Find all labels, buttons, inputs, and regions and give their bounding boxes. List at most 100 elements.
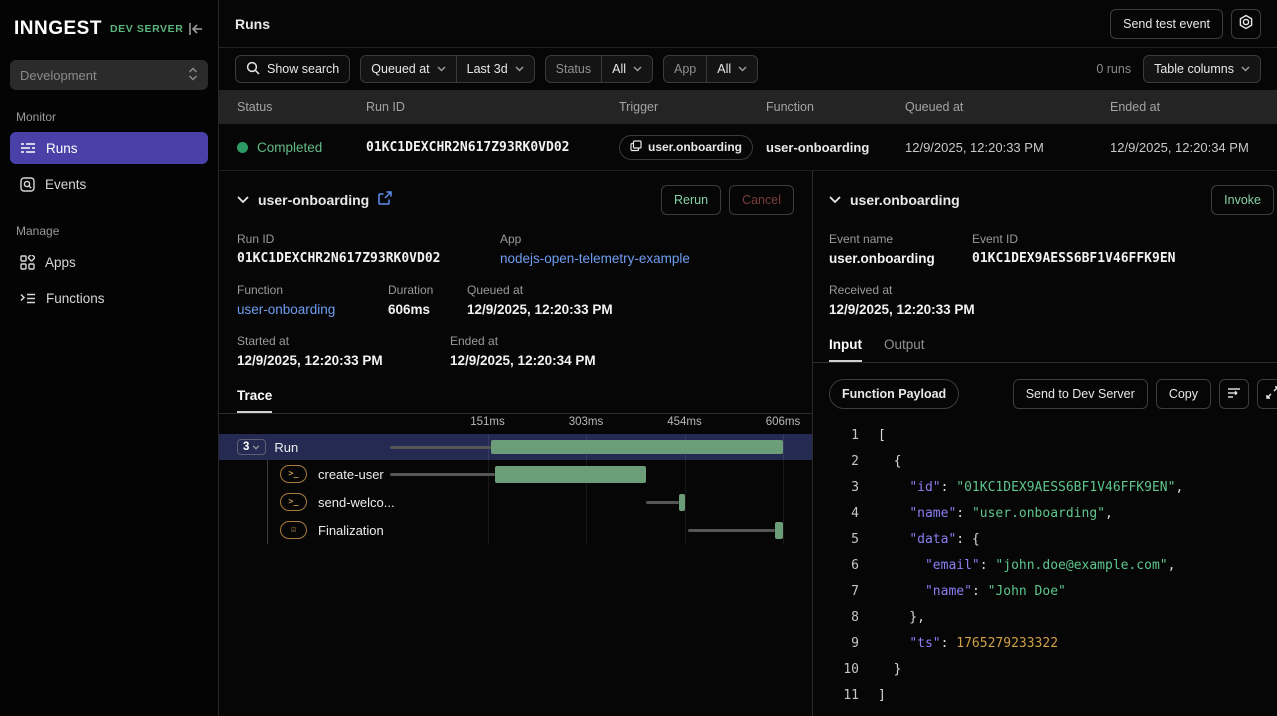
trace-span-name: create-user [318,467,384,482]
invoke-button[interactable]: Invoke [1211,185,1274,215]
word-wrap-button[interactable] [1219,379,1249,409]
queued-at-label: Queued at [371,62,429,76]
run-panel-title: user-onboarding [258,192,369,208]
line-number: 2 [829,449,859,475]
field-event-name: Event name user.onboarding [829,232,972,266]
axis-tick-label: 606ms [766,416,801,428]
expand-icon [1266,386,1277,402]
trace-row-finalization[interactable]: ☑Finalization [219,516,812,544]
status-filter-label: Status [546,56,601,82]
cancel-button[interactable]: Cancel [729,185,794,215]
run-id-value: 01KC1DEXCHR2N617Z93RK0VD02 [237,251,500,266]
environment-select[interactable]: Development [10,60,208,90]
status-filter-dropdown[interactable]: All [602,56,652,82]
code-line: 7 "name": "John Doe" [829,579,1261,605]
run-queued-cell: 12/9/2025, 12:20:33 PM [905,140,1110,155]
code-line: 11] [829,683,1261,709]
nav-section-manage: Manage [16,224,202,238]
runs-icon [20,142,36,154]
event-id-label: Event ID [972,232,1176,246]
app-filter-group: App All [663,55,758,83]
run-status: Completed [257,140,322,155]
time-range-dropdown[interactable]: Last 3d [457,56,534,82]
collapse-sidebar-icon[interactable] [188,22,204,36]
payload-code-editor: 1[2 {3 "id": "01KC1DEX9AESS6BF1V46FFK9EN… [829,423,1261,709]
field-queued-at: Queued at 12/9/2025, 12:20:33 PM [467,283,613,317]
trace-span-name: Run [274,440,298,455]
queued-at-dropdown[interactable]: Queued at [361,56,455,82]
sidebar-item-label: Functions [46,291,105,306]
trace-time-axis: 151ms303ms454ms606ms [219,414,812,434]
app-filter-label: App [664,56,706,82]
column-header-trigger: Trigger [619,100,766,114]
table-columns-label: Table columns [1154,62,1234,76]
trace-waterfall: 151ms303ms454ms606ms 3 Run >_create-user>_s… [219,414,812,544]
expand-button[interactable] [1257,379,1277,409]
span-execution-bar [775,522,783,539]
chevron-down-icon [252,445,260,450]
column-header-function: Function [766,100,905,114]
function-payload-pill[interactable]: Function Payload [829,379,959,409]
external-link-icon[interactable] [378,191,392,210]
field-started-at: Started at 12/9/2025, 12:20:33 PM [237,334,450,368]
show-search-label: Show search [267,62,339,76]
code-line: 9 "ts": 1765279233322 [829,631,1261,657]
span-waiting-bar [390,446,491,449]
event-id-value: 01KC1DEX9AESS6BF1V46FFK9EN [972,251,1176,266]
tab-input[interactable]: Input [829,337,862,362]
copy-button[interactable]: Copy [1156,379,1211,409]
collapse-event-chevron-icon[interactable] [829,196,841,204]
line-number: 3 [829,475,859,501]
settings-button[interactable] [1231,9,1261,39]
app-label: App [500,232,690,246]
tab-output[interactable]: Output [884,337,925,362]
status-dot-completed [237,142,248,153]
span-execution-bar [491,440,783,454]
top-bar: Runs Send test event [219,0,1277,48]
trace-span-name: send-welco... [318,495,395,510]
sidebar-item-events[interactable]: Events [10,168,208,200]
sidebar-item-functions[interactable]: Functions [10,282,208,314]
column-header-run-id: Run ID [366,100,619,114]
event-panel-title: user.onboarding [850,192,960,208]
span-count-badge[interactable]: 3 [237,439,266,455]
gear-icon [1238,14,1254,33]
field-event-id: Event ID 01KC1DEX9AESS6BF1V46FFK9EN [972,232,1176,266]
table-columns-dropdown[interactable]: Table columns [1143,55,1261,83]
trace-row-run[interactable]: 3 Run [219,434,812,460]
apps-icon [20,255,35,270]
trace-row-create-user[interactable]: >_create-user [219,460,812,488]
tab-trace[interactable]: Trace [237,388,272,413]
trace-rows: 3 Run >_create-user>_send-welco...☑Finaliz… [219,434,812,544]
inngest-logo: INNGEST [14,18,102,40]
code-line: 10 } [829,657,1261,683]
nav-monitor: Runs Events [10,132,208,204]
app-window: INNGEST DEV SERVER Development Monitor R… [0,0,1277,716]
dev-server-badge: DEV SERVER [110,23,184,35]
function-label: Function [237,283,388,297]
show-search-button[interactable]: Show search [235,55,350,83]
app-link[interactable]: nodejs-open-telemetry-example [500,251,690,266]
field-run-id: Run ID 01KC1DEXCHR2N617Z93RK0VD02 [237,232,500,266]
function-link[interactable]: user-onboarding [237,302,388,317]
runs-count: 0 runs [1096,62,1131,76]
sidebar-item-runs[interactable]: Runs [10,132,208,164]
send-to-dev-server-button[interactable]: Send to Dev Server [1013,379,1148,409]
collapse-run-chevron-icon[interactable] [237,196,249,204]
ended-at-value: 12/9/2025, 12:20:34 PM [450,353,596,368]
trigger-badge[interactable]: user.onboarding [619,135,753,160]
rerun-button[interactable]: Rerun [661,185,721,215]
run-table-row[interactable]: Completed 01KC1DEXCHR2N617Z93RK0VD02 use… [219,124,1277,170]
field-app: App nodejs-open-telemetry-example [500,232,690,266]
line-number: 6 [829,553,859,579]
send-test-event-button[interactable]: Send test event [1110,9,1223,39]
sidebar-item-apps[interactable]: Apps [10,246,208,278]
runs-table-header: StatusRun IDTriggerFunctionQueued atEnde… [219,90,1277,124]
app-filter-dropdown[interactable]: All [707,56,757,82]
axis-tick-label: 303ms [569,416,604,428]
time-range-value: Last 3d [467,62,508,76]
started-at-value: 12/9/2025, 12:20:33 PM [237,353,450,368]
code-line: 6 "email": "john.doe@example.com", [829,553,1261,579]
trace-row-send-welco[interactable]: >_send-welco... [219,488,812,516]
payload-toolbar: Function Payload Send to Dev Server Copy [829,379,1261,409]
